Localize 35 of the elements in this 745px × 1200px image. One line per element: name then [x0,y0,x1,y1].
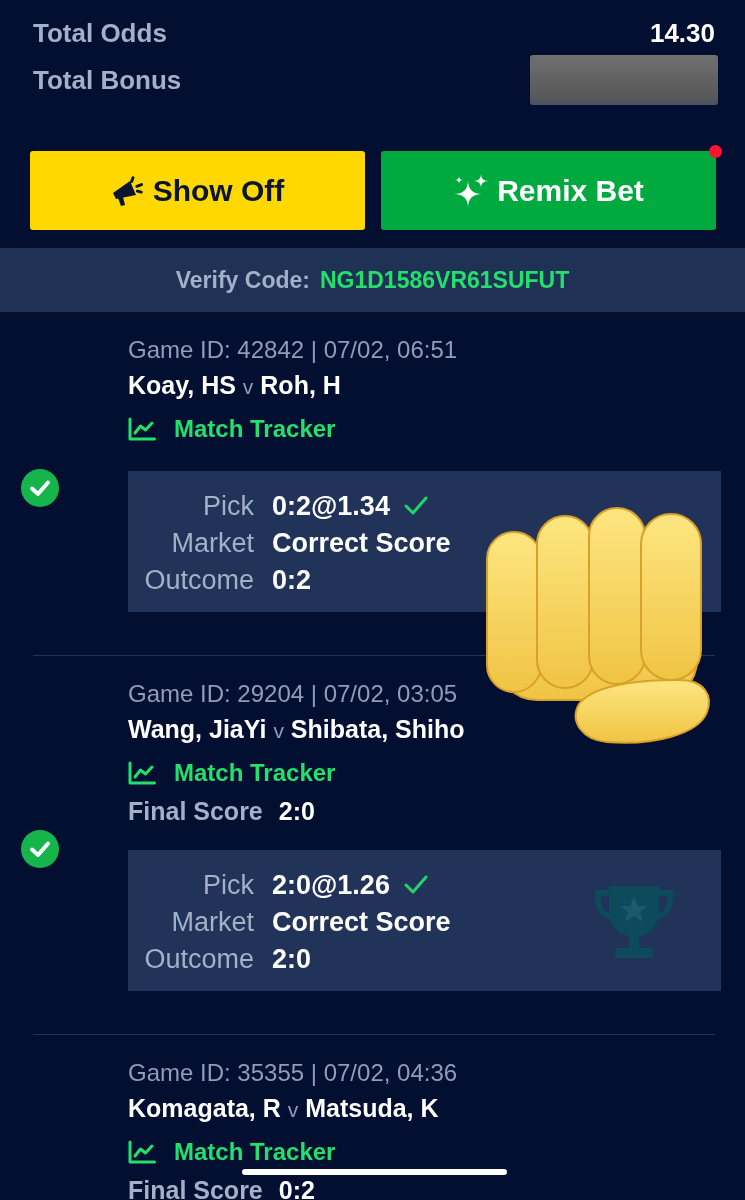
summary-label: Total Odds [33,18,167,48]
summary-value: 14.30 [649,18,715,48]
match-tracker-link[interactable]: Match Tracker [128,1138,336,1166]
game-id-text: Game ID: 42842 | 07/02, 06:51 [128,337,458,363]
verify-code: NG1D1586VR61SUFUT [319,266,570,294]
line-chart-icon [128,1140,156,1164]
match-tracker-link[interactable]: Match Tracker [128,415,336,443]
final-score-value: 2:0 [278,798,315,824]
verify-code-label: Verify Code: [175,266,310,294]
selection-value: Correct Score [272,526,451,559]
game-id-text: Game ID: 35355 | 07/02, 04:36 [128,1060,458,1086]
selection-value: 2:0@1.26 [272,868,390,901]
selection-label: Market [171,905,254,938]
selection-label: Outcome [144,563,254,596]
selection-label: Outcome [144,942,254,975]
line-chart-icon [128,417,156,441]
match-title: Wang, JiaYi v Shibata, Shiho [128,714,465,745]
match-tracker-link[interactable]: Match Tracker [128,759,336,787]
selection-label: Pick [203,868,254,901]
final-score-label: Final Score [128,1177,263,1200]
final-score-label: Final Score [128,798,263,824]
summary-label: Total Bonus [33,65,182,95]
selection-value: 0:2@1.34 [272,489,390,522]
selection-value: 0:2 [272,563,312,596]
selection-label: Market [171,526,254,559]
selection-value: Correct Score [272,905,451,938]
show-off-button[interactable]: Show Off [30,151,365,230]
game-id-text: Game ID: 29204 | 07/02, 03:05 [128,681,458,707]
line-chart-icon [128,761,156,785]
megaphone-icon [110,174,145,207]
selection-value: 2:0 [272,942,312,975]
match-title: Koay, HS v Roh, H [128,370,341,401]
selection-label: Pick [203,489,254,522]
match-title: Komagata, R v Matsuda, K [128,1093,439,1124]
final-score-value: 0:2 [278,1177,315,1200]
